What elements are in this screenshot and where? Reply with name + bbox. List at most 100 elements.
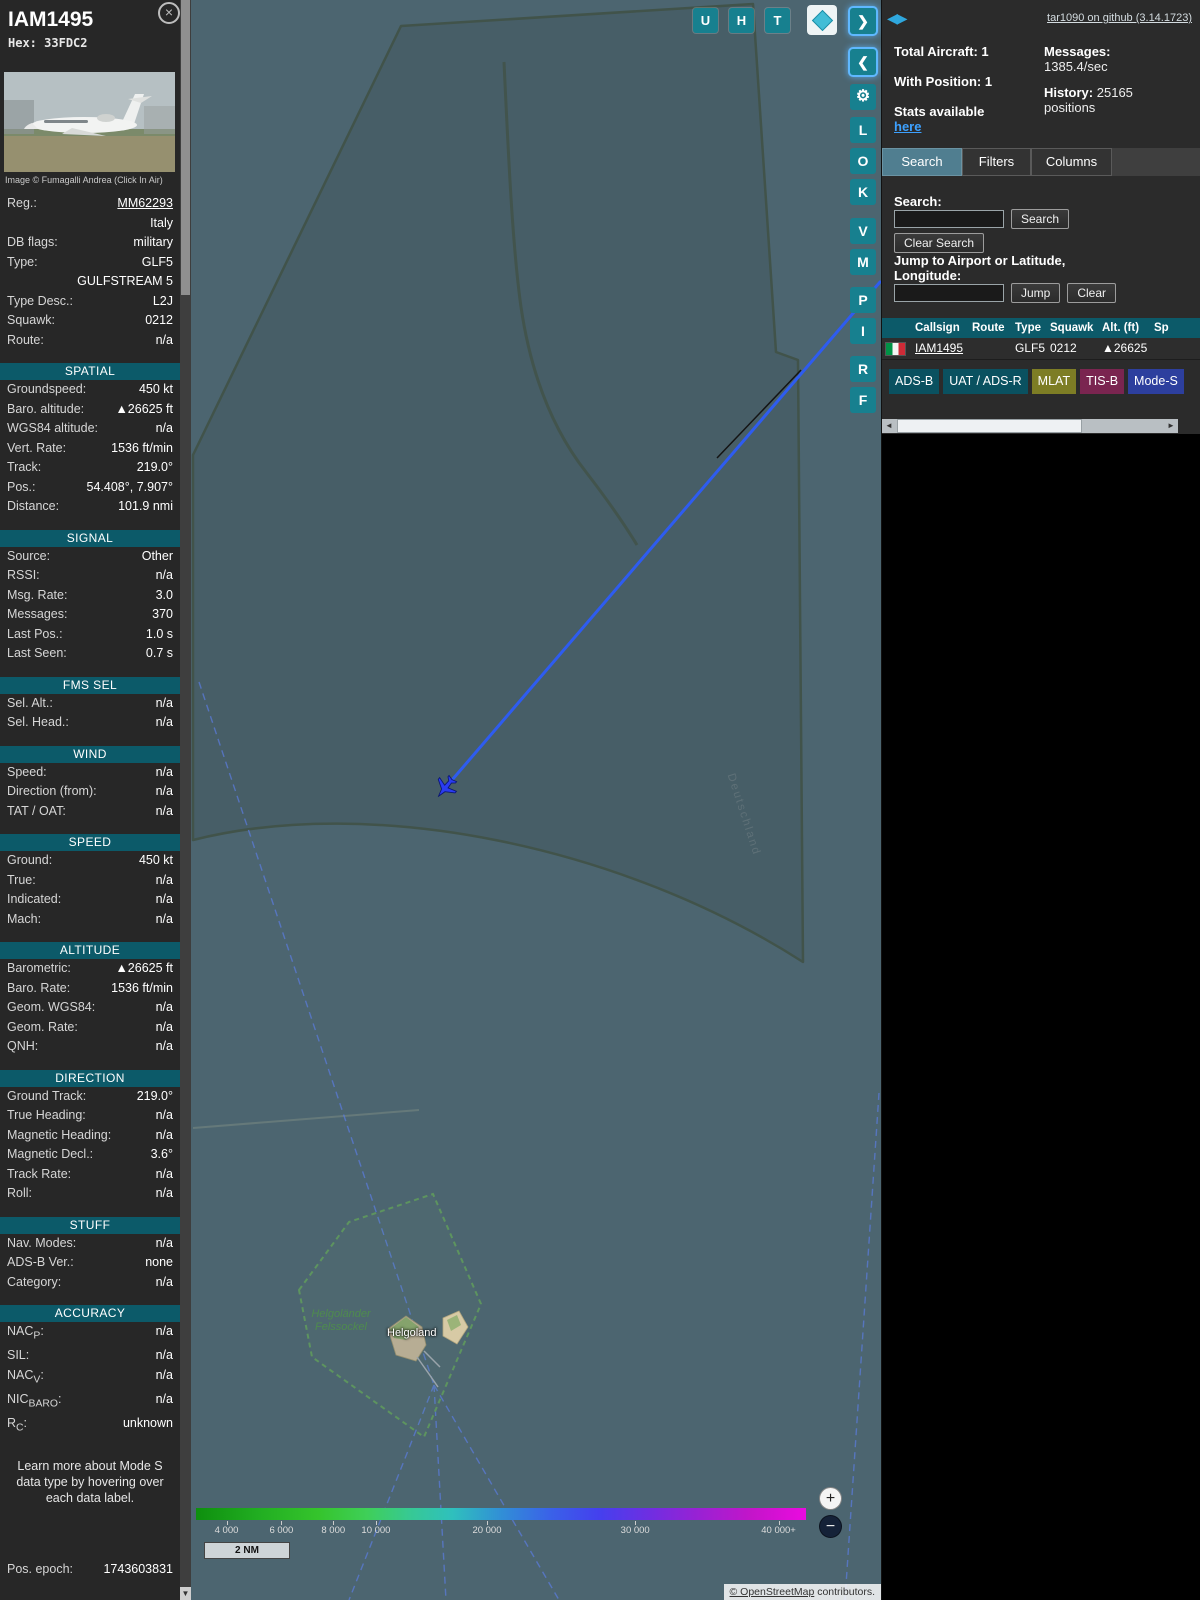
data-row: GULFSTREAM 5 xyxy=(0,272,180,292)
reserve-label-line1: Helgoländer xyxy=(311,1308,371,1320)
data-value: n/a xyxy=(155,872,173,887)
close-icon[interactable]: × xyxy=(158,2,180,24)
map-button-u[interactable]: U xyxy=(693,8,718,33)
hscroll-right-icon[interactable]: ► xyxy=(1164,419,1178,433)
column-header-sp[interactable]: Sp xyxy=(1151,318,1200,338)
data-value: military xyxy=(133,235,173,249)
clear-search-button[interactable]: Clear Search xyxy=(894,233,985,253)
stats-here-link[interactable]: here xyxy=(894,119,921,134)
map-button-k[interactable]: K xyxy=(850,179,876,205)
data-value: n/a xyxy=(155,1186,173,1200)
map-button-l[interactable]: L xyxy=(850,117,876,143)
column-header-squawk[interactable]: Squawk xyxy=(1047,318,1099,338)
data-label: ADS-B Ver.: xyxy=(7,1255,74,1269)
map-button-i[interactable]: I xyxy=(850,318,876,344)
data-row: Track: 219.0° xyxy=(0,458,180,478)
data-row: NACP: n/a xyxy=(0,1322,180,1346)
zoom-out-button[interactable]: − xyxy=(819,1515,842,1538)
map-button-expand-panel[interactable]: ❯ xyxy=(850,8,876,34)
selected-callsign: IAM1495 xyxy=(8,8,94,31)
data-value: 219.0° xyxy=(136,1088,173,1103)
data-label: Geom. Rate: xyxy=(7,1019,78,1034)
data-value: n/a xyxy=(155,803,173,818)
map-button-m[interactable]: M xyxy=(850,249,876,275)
map-button-settings[interactable]: ⚙ xyxy=(850,84,876,110)
data-label: Sel. Alt.: xyxy=(7,695,53,710)
jump-button[interactable]: Jump xyxy=(1011,283,1061,303)
map-button-o[interactable]: O xyxy=(850,148,876,174)
data-label: Groundspeed: xyxy=(7,382,87,396)
data-value: n/a xyxy=(155,715,173,729)
scrollbar-down-icon[interactable]: ▼ xyxy=(180,1587,191,1600)
sidebar-scrollbar[interactable]: ▼ xyxy=(180,0,191,1600)
callsign-cell: IAM1495 xyxy=(912,338,969,360)
data-label: Track: xyxy=(7,460,42,474)
tab-columns[interactable]: Columns xyxy=(1031,148,1112,176)
map-button-f[interactable]: F xyxy=(850,387,876,413)
data-label: Magnetic Heading: xyxy=(7,1127,112,1142)
legend-tick-label: 40 000+ xyxy=(761,1525,796,1536)
version-link[interactable]: tar1090 on github (3.14.1723) xyxy=(1047,12,1192,24)
collapse-toggle-icon[interactable]: ◀▶ xyxy=(887,10,908,27)
hscroll-left-icon[interactable]: ◄ xyxy=(882,419,896,433)
data-value: n/a xyxy=(155,1235,173,1250)
data-row: Sel. Head.: n/a xyxy=(0,713,180,733)
sidebar-scrollbar-thumb[interactable] xyxy=(181,0,190,295)
data-value[interactable]: MM62293 xyxy=(37,194,173,214)
tab-filters[interactable]: Filters xyxy=(962,148,1031,176)
data-value: n/a xyxy=(155,1000,173,1014)
legend-tick-label: 6 000 xyxy=(269,1525,294,1536)
badge-uat-ads-r: UAT / ADS-R xyxy=(943,369,1028,394)
data-row: Last Pos.: 1.0 s xyxy=(0,625,180,645)
altitude-legend-bar xyxy=(196,1508,806,1520)
data-row: Roll: n/a xyxy=(0,1184,180,1204)
data-row: DB flags: military xyxy=(0,233,180,253)
column-header-callsign[interactable]: Callsign xyxy=(912,318,969,338)
map-button-v[interactable]: V xyxy=(850,218,876,244)
hex-code: Hex: 33FDC2 xyxy=(8,36,172,50)
column-header-flag[interactable] xyxy=(882,318,912,338)
data-label: Source: xyxy=(7,548,51,563)
clear-button[interactable]: Clear xyxy=(1067,283,1117,303)
column-header-type[interactable]: Type xyxy=(1012,318,1047,338)
data-label: Roll: xyxy=(7,1186,33,1200)
pos-epoch-label: Pos. epoch: xyxy=(7,1562,74,1576)
map-button-t[interactable]: T xyxy=(765,8,790,33)
data-row: Track Rate: n/a xyxy=(0,1165,180,1185)
zoom-in-button[interactable]: + xyxy=(819,1487,842,1510)
hscroll-thumb[interactable] xyxy=(897,419,1082,433)
route-cell xyxy=(969,338,1012,360)
jump-input[interactable] xyxy=(894,284,1004,302)
with-position: With Position: 1 xyxy=(894,74,993,89)
column-header-alt-ft-[interactable]: Alt. (ft) xyxy=(1099,318,1151,338)
map-button-r[interactable]: R xyxy=(850,356,876,382)
data-value: n/a xyxy=(155,911,173,926)
table-row[interactable]: IAM1495 GLF5 0212 ▲26625 xyxy=(882,338,1200,360)
clear-search-row: Clear Search xyxy=(894,233,985,253)
data-row: Reg.: MM62293 xyxy=(0,194,180,214)
data-label: RSSI: xyxy=(7,568,40,582)
aircraft-photo[interactable] xyxy=(4,72,175,172)
map-button-collapse-panel[interactable]: ❮ xyxy=(850,49,876,75)
data-label: Route: xyxy=(7,332,44,347)
aircraft-table: Callsign Route Type Squawk Alt. (ft) Sp IAM14… xyxy=(882,318,1200,360)
callsign-link[interactable]: IAM1495 xyxy=(915,341,963,355)
search-button[interactable]: Search xyxy=(1011,209,1070,229)
stats-block: Total Aircraft: 1 With Position: 1 Stats… xyxy=(894,44,1196,149)
map-button-h[interactable]: H xyxy=(729,8,754,33)
layers-button[interactable] xyxy=(807,5,837,35)
tab-search[interactable]: Search xyxy=(882,148,962,176)
osm-link[interactable]: © OpenStreetMap xyxy=(730,1586,815,1598)
data-value: n/a xyxy=(155,1039,173,1053)
search-input[interactable] xyxy=(894,210,1004,228)
data-row: Squawk: 0212 xyxy=(0,311,180,331)
panel-top: ◀▶ tar1090 on github (3.14.1723) Total A… xyxy=(882,0,1200,434)
table-header-row: Callsign Route Type Squawk Alt. (ft) Sp xyxy=(882,318,1200,338)
map[interactable]: Deutschland Helgoland Helgoländer Felsso… xyxy=(191,0,881,1600)
table-horizontal-scrollbar[interactable]: ◄ ► xyxy=(882,419,1178,433)
map-button-p[interactable]: P xyxy=(850,287,876,313)
data-value: n/a xyxy=(155,1019,173,1034)
data-label: WGS84 altitude: xyxy=(7,421,99,435)
data-label: Ground: xyxy=(7,853,53,867)
column-header-route[interactable]: Route xyxy=(969,318,1012,338)
